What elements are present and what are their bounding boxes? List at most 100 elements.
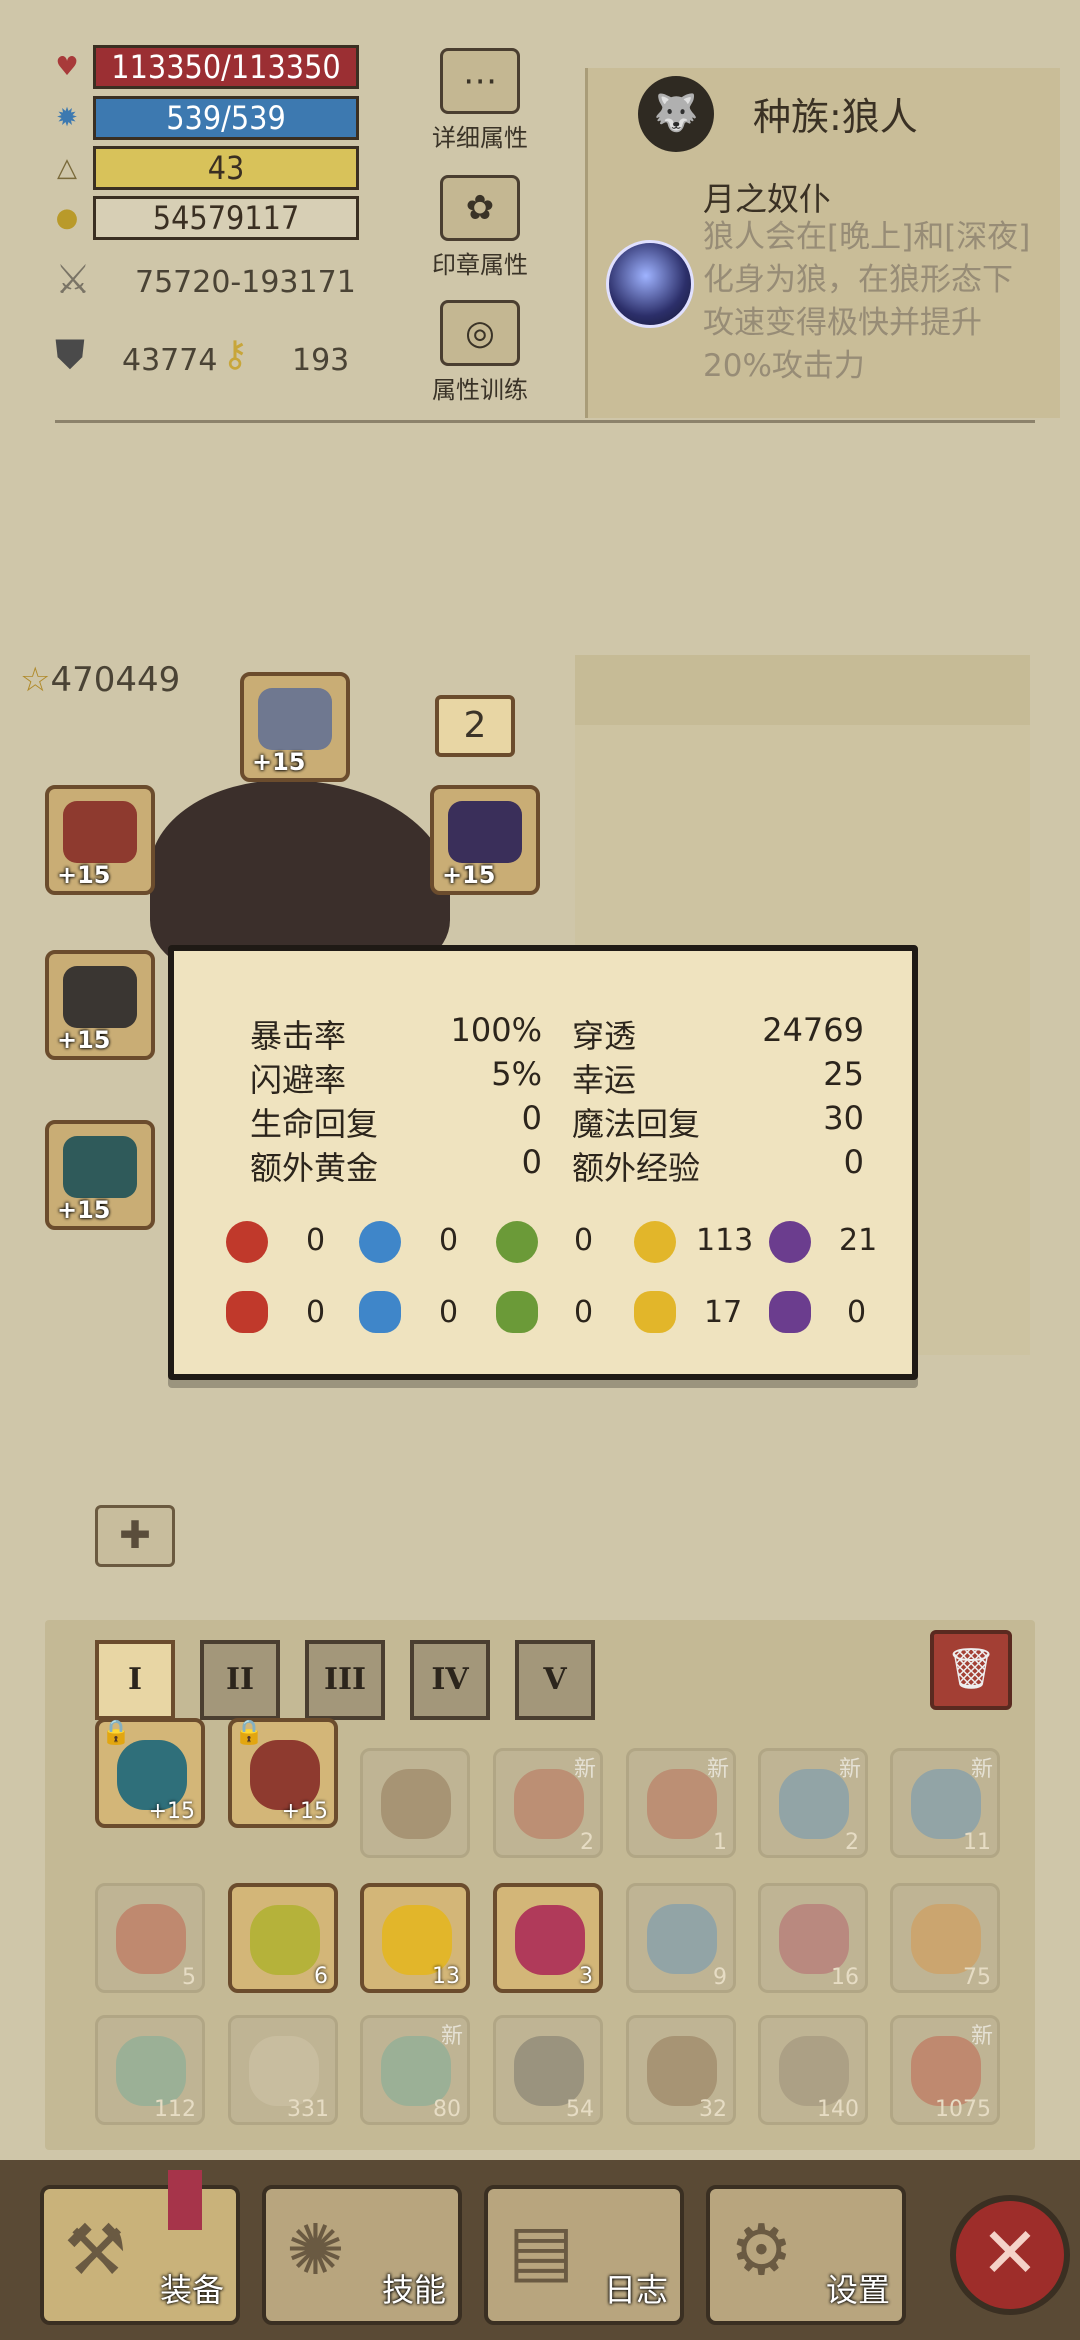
crit-rate-value: 100% (450, 1011, 542, 1049)
tab-page-4[interactable]: IV (410, 1640, 490, 1720)
attribute-training-button[interactable]: ◎ 属性训练 (430, 300, 530, 405)
light-gem-slot-icon (634, 1291, 676, 1333)
plus-icon: ✚ (119, 1513, 151, 1557)
inventory-item[interactable]: 新 11 (890, 1748, 1000, 1858)
tab-page-5[interactable]: V (515, 1640, 595, 1720)
defense-value: 43774 (122, 343, 218, 378)
divider (55, 420, 1035, 423)
gear-icon: ⚙ (730, 2209, 793, 2291)
nav-log[interactable]: ▤ 日志 (484, 2185, 684, 2325)
helmet-icon (258, 688, 332, 750)
dodge-rate-label: 闪避率 (250, 1061, 347, 1099)
seal-attributes-button[interactable]: ✿ 印章属性 (430, 175, 530, 280)
gold-icon: ● (55, 203, 79, 233)
equip-enhance-level: +15 (57, 1196, 111, 1224)
water-gem-slot-icon (359, 1291, 401, 1333)
power-score-value: 470449 (50, 660, 181, 700)
light-gem-slot-count: 17 (704, 1295, 743, 1330)
leaf-gem-icon (496, 1221, 538, 1263)
axe-icon: ⚒ (64, 2209, 127, 2291)
leaf-gem-slot-count: 0 (574, 1295, 594, 1330)
tab-page-1[interactable]: I (95, 1640, 175, 1720)
mp-regen-value: 30 (823, 1099, 864, 1137)
inventory-item[interactable]: 新1 (626, 1748, 736, 1858)
fire-gem-slot-icon (226, 1291, 268, 1333)
water-gem-icon (359, 1221, 401, 1263)
fire-gem-icon (226, 1221, 268, 1263)
nav-settings[interactable]: ⚙ 设置 (706, 2185, 906, 2325)
sword-icon: ⚔ (55, 257, 91, 303)
water-gem-slot-count: 0 (439, 1295, 459, 1330)
dark-gem-count: 21 (839, 1223, 878, 1258)
nav-equip[interactable]: ⚒ 装备 (40, 2185, 240, 2325)
equip-slot-offhand[interactable]: +15 (45, 950, 155, 1060)
equip-slot-weapon[interactable]: +15 (45, 785, 155, 895)
extra-gold-label: 额外黄金 (250, 1149, 379, 1187)
inventory-item[interactable]: 新 80 (360, 2015, 470, 2125)
equip-slot-accessory[interactable]: +15 (45, 1120, 155, 1230)
flower-icon: ✿ (440, 175, 520, 241)
inventory-item[interactable]: 5 (95, 1883, 205, 1993)
target-icon: ◎ (440, 300, 520, 366)
race-skill-description: 狼人会在[晚上]和[深夜]化身为狼，在狼形态下攻速变得极快并提升20%攻击力 (703, 219, 1031, 384)
equip-slot-helmet[interactable]: +15 (240, 672, 350, 782)
mp-regen-label: 魔法回复 (572, 1105, 701, 1143)
close-button[interactable]: ✕ (950, 2195, 1070, 2315)
level-icon: △ (57, 153, 77, 183)
equip-slot-armor[interactable]: +15 (430, 785, 540, 895)
extra-exp-label: 额外经验 (572, 1149, 701, 1187)
dark-armor-icon (448, 801, 522, 863)
inventory-item[interactable]: 🔒 +15 (228, 1718, 338, 1828)
inventory-item[interactable]: 75 (890, 1883, 1000, 1993)
equip-enhance-level: +15 (252, 748, 306, 776)
race-title: 种族:狼人 (753, 95, 918, 139)
hp-bar: 113350/113350 (93, 45, 359, 89)
penetration-value: 24769 (762, 1011, 864, 1049)
attribute-detail-popup[interactable]: 暴击率 100% 穿透 24769 闪避率 5% 幸运 25 生命回复 0 魔法… (168, 945, 918, 1380)
scroll-icon: ▤ (508, 2209, 575, 2291)
tab-page-2[interactable]: II (200, 1640, 280, 1720)
nav-skills[interactable]: ✺ 技能 (262, 2185, 462, 2325)
heart-icon: ♥ (55, 52, 79, 82)
nav-equip-label: 装备 (159, 2271, 224, 2309)
hp-regen-label: 生命回复 (250, 1105, 379, 1143)
inventory-item[interactable]: 9 (626, 1883, 736, 1993)
race-panel: 🐺 种族:狼人 月之奴仆 狼人会在[晚上]和[深夜]化身为狼，在狼形态下攻速变得… (585, 68, 1060, 418)
detail-attributes-button[interactable]: ⋯ 详细属性 (430, 48, 530, 153)
moon-wolf-skill-icon (606, 240, 694, 328)
wolf-head-icon: 🐺 (638, 76, 714, 152)
detail-attributes-label: 详细属性 (432, 124, 528, 152)
penetration-label: 穿透 (572, 1017, 637, 1055)
dodge-rate-value: 5% (491, 1055, 542, 1093)
inventory-item[interactable] (360, 1748, 470, 1858)
attack-value: 75720-193171 (135, 265, 356, 300)
close-icon: ✕ (980, 2212, 1040, 2294)
inventory-item[interactable]: 54 (493, 2015, 603, 2125)
fire-gem-slot-count: 0 (306, 1295, 326, 1330)
tab-page-3[interactable]: III (305, 1640, 385, 1720)
power-score: ☆470449 (20, 660, 180, 700)
inventory-item[interactable]: 140 (758, 2015, 868, 2125)
chainsaw-icon (63, 966, 137, 1028)
inventory-item[interactable]: 32 (626, 2015, 736, 2125)
trash-button[interactable]: 🗑 (930, 1630, 1012, 1710)
inventory-item[interactable]: 6 (228, 1883, 338, 1993)
inventory-item[interactable]: 331 (228, 2015, 338, 2125)
inventory-item[interactable]: 新2 (758, 1748, 868, 1858)
inventory-item[interactable]: 16 (758, 1883, 868, 1993)
add-button[interactable]: ✚ (95, 1505, 175, 1567)
extra-gold-value: 0 (521, 1143, 542, 1181)
equip-set-badge[interactable]: 2 (435, 695, 515, 757)
dark-gem-slot-icon (769, 1291, 811, 1333)
light-gem-count: 113 (696, 1223, 754, 1258)
inventory-item[interactable]: 新2 (493, 1748, 603, 1858)
leaf-gem-slot-icon (496, 1291, 538, 1333)
inventory-item[interactable]: 3 (493, 1883, 603, 1993)
inventory-item[interactable]: 13 (360, 1883, 470, 1993)
inventory-item[interactable]: 🔒 +15 (95, 1718, 205, 1828)
inventory-item[interactable]: 新 1075 (890, 2015, 1000, 2125)
bookmark-icon (168, 2170, 202, 2230)
inventory-item[interactable]: 112 (95, 2015, 205, 2125)
light-gem-icon (634, 1221, 676, 1263)
crit-rate-label: 暴击率 (250, 1017, 347, 1055)
